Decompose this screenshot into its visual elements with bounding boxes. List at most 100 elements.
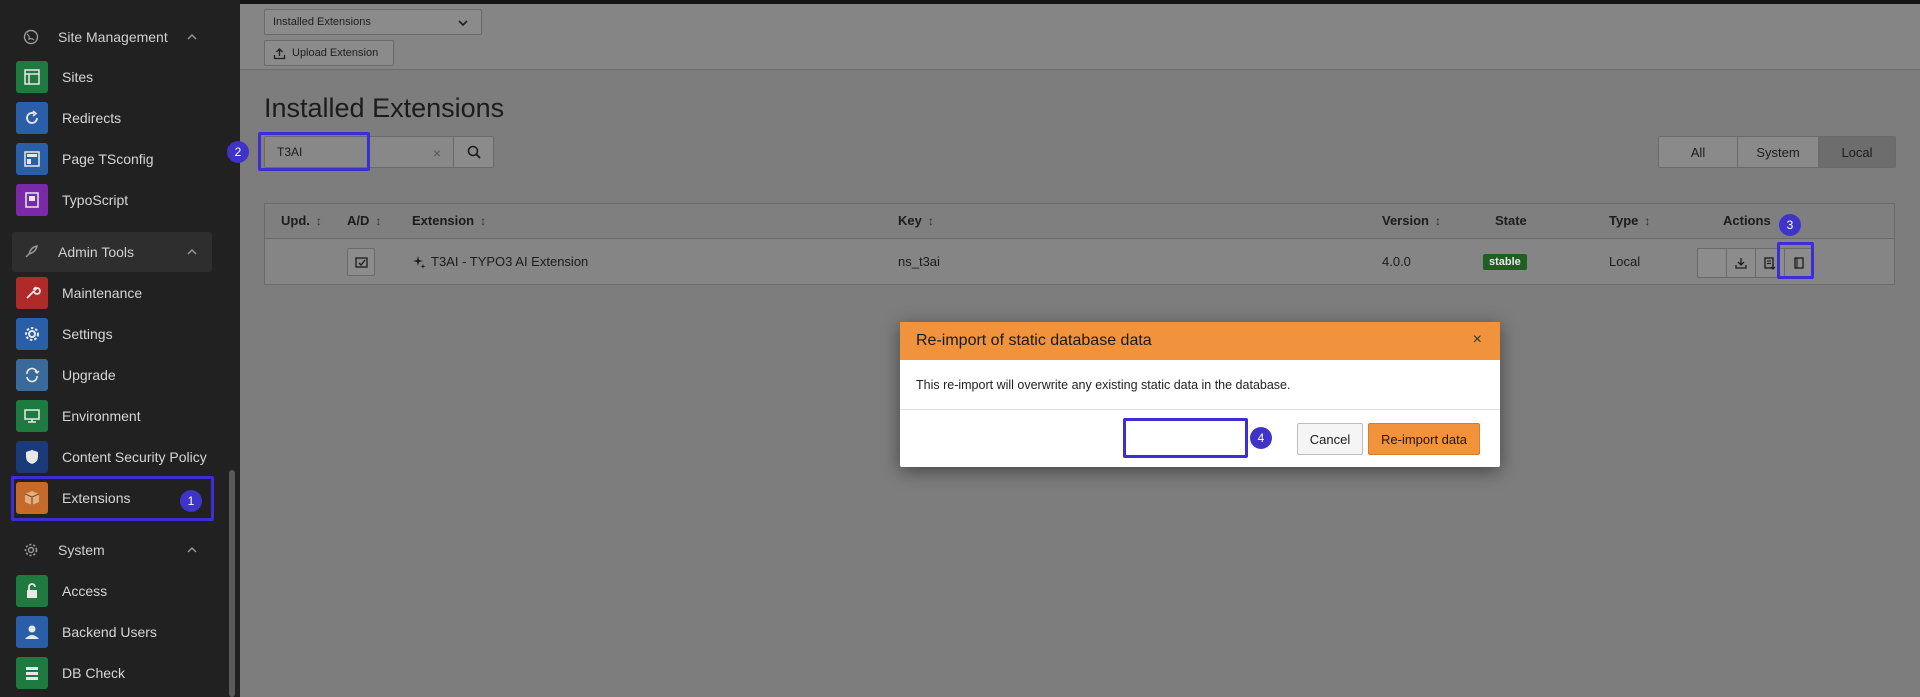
view-select-value: Installed Extensions: [273, 16, 371, 28]
monitor-icon: [16, 400, 48, 432]
column-header-version[interactable]: Version ↕: [1382, 213, 1441, 228]
sidebar-item-backend-users[interactable]: Backend Users: [12, 613, 212, 651]
sidebar-group-admin-tools[interactable]: Admin Tools: [12, 232, 212, 272]
globe-icon: [22, 28, 40, 46]
info-document-button[interactable]: [1784, 248, 1814, 278]
sidebar-item-label: Backend Users: [62, 624, 157, 640]
wrench-icon: [16, 277, 48, 309]
sidebar-scrollbar[interactable]: [229, 470, 235, 697]
search-input[interactable]: T3AI ×: [264, 136, 454, 168]
sort-icon: ↕: [375, 213, 382, 228]
sidebar-item-db-check[interactable]: DB Check: [12, 654, 212, 692]
extension-key: ns_t3ai: [898, 254, 940, 269]
annotation-badge-3: 3: [1779, 214, 1801, 236]
column-header-ad[interactable]: A/D ↕: [347, 213, 381, 228]
row-actions: [1697, 248, 1814, 278]
box-icon: [16, 482, 48, 514]
sidebar-item-label: Page TSconfig: [62, 151, 154, 167]
extension-title-cell: T3AI - TYPO3 AI Extension: [412, 254, 588, 269]
action-empty-button[interactable]: [1697, 248, 1727, 278]
sort-icon: ↕: [1434, 213, 1441, 228]
sidebar-group-label: Admin Tools: [58, 244, 135, 260]
sidebar-item-typoscript[interactable]: TypoScript: [12, 181, 212, 219]
activate-deactivate-button[interactable]: [347, 248, 375, 276]
sidebar-item-label: Settings: [62, 326, 113, 342]
main-content: Installed Extensions Upload Extension In…: [240, 0, 1920, 697]
column-header-type[interactable]: Type ↕: [1609, 213, 1650, 228]
reimport-data-button[interactable]: [1755, 248, 1785, 278]
filter-system-button[interactable]: System: [1738, 137, 1819, 167]
cog-icon: [16, 318, 48, 350]
gear-icon: [22, 541, 40, 559]
column-header-key[interactable]: Key ↕: [898, 213, 934, 228]
toggle-extension-icon: [354, 256, 368, 268]
document-icon: [1794, 257, 1804, 269]
sparkle-icon: [413, 255, 426, 269]
sidebar-group-system[interactable]: System: [12, 530, 212, 570]
modal-body: This re-import will overwrite any existi…: [900, 360, 1500, 410]
filter-all-button[interactable]: All: [1659, 137, 1738, 167]
sort-icon: ↕: [1644, 213, 1651, 228]
sidebar-group-site-management[interactable]: Site Management: [12, 17, 212, 57]
download-button[interactable]: [1726, 248, 1756, 278]
sidebar-item-label: Maintenance: [62, 285, 143, 301]
database-import-icon: [1764, 257, 1776, 270]
doc-header: Installed Extensions Upload Extension: [240, 4, 1920, 70]
sidebar-item-label: Content Security Policy: [62, 449, 207, 465]
modal-title: Re-import of static database data: [916, 332, 1152, 349]
sidebar-item-settings[interactable]: Settings: [12, 315, 212, 353]
modal-message: This re-import will overwrite any existi…: [916, 377, 1291, 392]
column-header-state: State: [1495, 213, 1527, 228]
lock-icon: [16, 575, 48, 607]
close-icon[interactable]: ×: [1473, 331, 1482, 349]
column-header-extension[interactable]: Extension ↕: [412, 213, 486, 228]
reimport-modal: Re-import of static database data × This…: [900, 322, 1500, 467]
annotation-badge-4: 4: [1250, 427, 1272, 449]
search-icon: [467, 145, 481, 159]
extension-version: 4.0.0: [1382, 254, 1411, 269]
chevron-up-icon: [186, 30, 198, 42]
column-header-upd[interactable]: Upd. ↕: [281, 213, 322, 228]
extension-title: T3AI - TYPO3 AI Extension: [431, 254, 589, 269]
rocket-icon: [22, 243, 40, 261]
search-input-value: T3AI: [277, 145, 303, 159]
filter-button-group: All System Local: [1658, 136, 1896, 168]
modal-footer: Cancel Re-import data: [900, 410, 1500, 467]
upload-extension-label: Upload Extension: [292, 47, 379, 59]
view-select[interactable]: Installed Extensions: [264, 9, 482, 35]
sidebar-item-content-security-policy[interactable]: Content Security Policy: [12, 438, 212, 476]
chevron-up-icon: [186, 245, 198, 257]
sidebar-group-label: Site Management: [58, 29, 168, 45]
extensions-table: Upd. ↕ A/D ↕ Extension ↕ Key ↕ Version ↕ Stat…: [264, 203, 1895, 285]
chevron-up-icon: [186, 543, 198, 555]
module-sidebar: Site Management Sites Redirects Page TSc…: [0, 0, 240, 697]
sidebar-item-page-tsconfig[interactable]: Page TSconfig: [12, 140, 212, 178]
clear-icon[interactable]: ×: [433, 145, 441, 161]
sidebar-item-label: TypoScript: [62, 192, 129, 208]
redirect-icon: [16, 102, 48, 134]
sidebar-item-label: Upgrade: [62, 367, 116, 383]
page-title: Installed Extensions: [264, 93, 505, 123]
sidebar-item-access[interactable]: Access: [12, 572, 212, 610]
reimport-data-confirm-button[interactable]: Re-import data: [1368, 423, 1480, 455]
table-row: T3AI - TYPO3 AI Extension ns_t3ai 4.0.0 …: [265, 239, 1894, 285]
upload-extension-button[interactable]: Upload Extension: [264, 40, 394, 66]
sidebar-item-label: Sites: [62, 69, 94, 85]
chevron-down-icon: [457, 17, 469, 29]
sidebar-item-sites[interactable]: Sites: [12, 58, 212, 96]
upload-icon: [273, 47, 286, 59]
download-icon: [1735, 258, 1747, 269]
user-icon: [16, 616, 48, 648]
sidebar-item-environment[interactable]: Environment: [12, 397, 212, 435]
sidebar-item-redirects[interactable]: Redirects: [12, 99, 212, 137]
filter-local-button[interactable]: Local: [1819, 137, 1895, 167]
page-tsconfig-icon: [16, 143, 48, 175]
cancel-button[interactable]: Cancel: [1297, 423, 1363, 455]
search-button[interactable]: [454, 136, 494, 168]
sidebar-item-maintenance[interactable]: Maintenance: [12, 274, 212, 312]
search-form: T3AI ×: [264, 136, 494, 168]
sidebar-item-upgrade[interactable]: Upgrade: [12, 356, 212, 394]
sort-icon: ↕: [927, 213, 934, 228]
sites-icon: [16, 61, 48, 93]
modal-header: Re-import of static database data ×: [900, 322, 1500, 360]
